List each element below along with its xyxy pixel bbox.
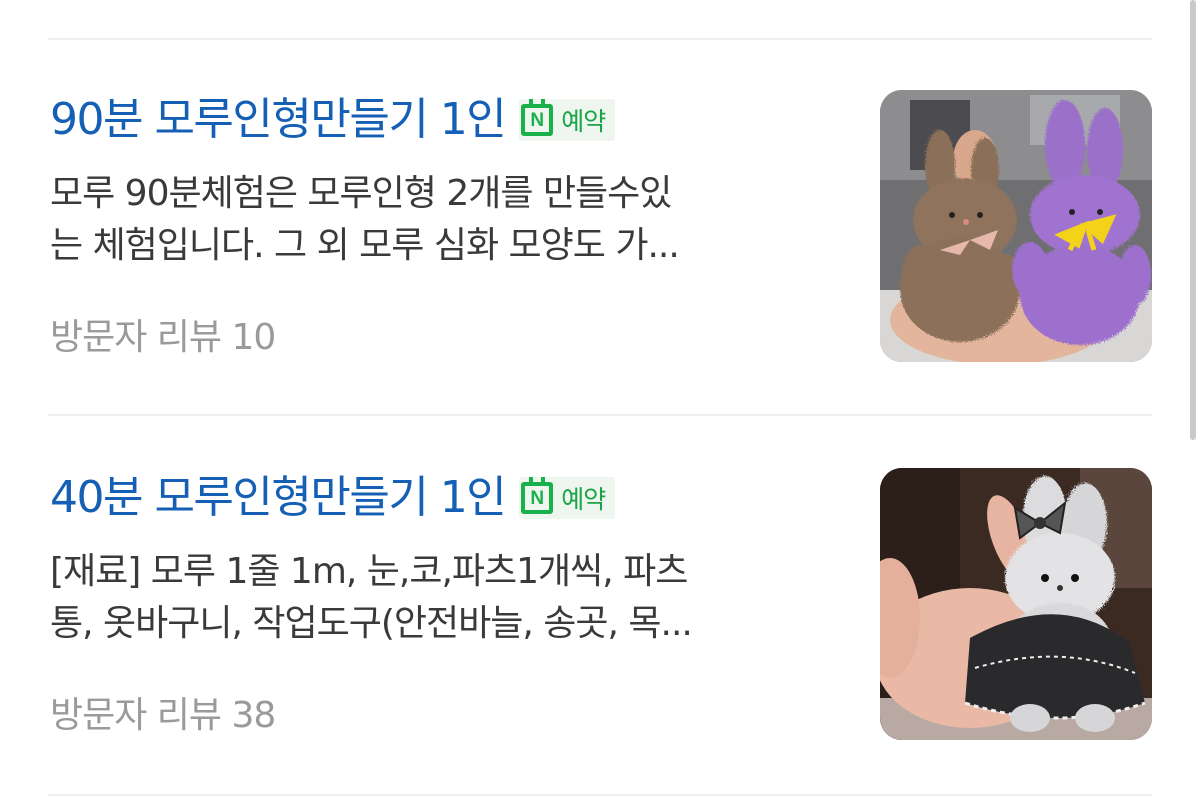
naver-booking-icon: N (521, 99, 554, 136)
badge-letter: N (530, 109, 545, 131)
item-title-link[interactable]: 40분 모루인형만들기 1인 (50, 468, 507, 528)
search-results-page: 90분 모루인형만들기 1인 N 예약 모루 90분체험은 모루인형 2개를 만… (0, 0, 1200, 803)
plush-doll-in-hand-photo (880, 468, 1152, 740)
badge-letter: N (530, 487, 545, 509)
list-item[interactable]: 90분 모루인형만들기 1인 N 예약 모루 90분체험은 모루인형 2개를 만… (48, 90, 1152, 362)
scrollbar[interactable] (1190, 0, 1196, 440)
item-description[interactable]: 모루 90분체험은 모루인형 2개를 만들수있 는 체험입니다. 그 외 모루 … (50, 168, 820, 272)
booking-badge[interactable]: N 예약 (519, 99, 616, 141)
title-row: 90분 모루인형만들기 1인 N 예약 (50, 90, 616, 150)
item-thumbnail[interactable] (880, 90, 1152, 362)
description-line: 통, 옷바구니, 작업도구(안전바늘, 송곳, 목... (50, 603, 693, 644)
booking-badge[interactable]: N 예약 (519, 477, 616, 519)
booking-label: 예약 (561, 107, 606, 136)
title-row: 40분 모루인형만들기 1인 N 예약 (50, 468, 616, 528)
visitor-review-count[interactable]: 방문자 리뷰 38 (50, 686, 276, 738)
booking-label: 예약 (561, 485, 606, 514)
divider (48, 414, 1152, 416)
plush-dolls-photo (880, 90, 1152, 362)
description-line: 모루 90분체험은 모루인형 2개를 만들수있 (50, 173, 672, 214)
description-line: 는 체험입니다. 그 외 모루 심화 모양도 가... (50, 225, 680, 266)
description-line: [재료] 모루 1줄 1m, 눈,코,파츠1개씩, 파츠 (50, 551, 688, 592)
list-item[interactable]: 40분 모루인형만들기 1인 N 예약 [재료] 모루 1줄 1m, 눈,코,파… (48, 468, 1152, 740)
naver-booking-icon: N (521, 477, 554, 514)
item-thumbnail[interactable] (880, 468, 1152, 740)
visitor-review-count[interactable]: 방문자 리뷰 10 (50, 308, 276, 360)
divider (48, 38, 1152, 40)
item-description[interactable]: [재료] 모루 1줄 1m, 눈,코,파츠1개씩, 파츠 통, 옷바구니, 작업… (50, 546, 820, 650)
item-title-link[interactable]: 90분 모루인형만들기 1인 (50, 90, 507, 150)
divider (48, 794, 1152, 796)
